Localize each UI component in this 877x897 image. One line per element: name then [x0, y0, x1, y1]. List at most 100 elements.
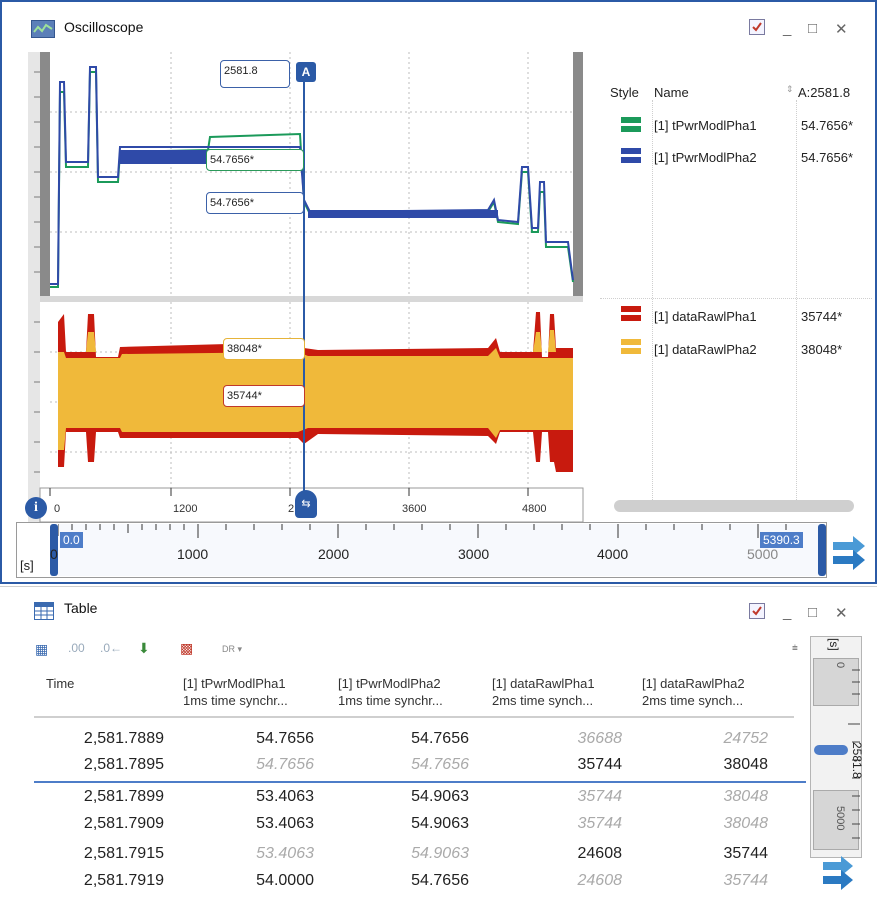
table-minimize-icon[interactable]: _ [783, 604, 791, 621]
col-header-c1[interactable]: [1] tPwrModlPha1 [183, 676, 286, 692]
maximize-icon[interactable]: □ [808, 20, 817, 37]
table-close-icon[interactable]: ✕ [835, 604, 848, 622]
row4-c4[interactable]: 38048 [644, 815, 769, 833]
overview-ruler [58, 524, 787, 538]
legend-divider [652, 100, 653, 500]
legend-header-cursor[interactable]: A:2581.8 [798, 81, 850, 105]
col-header-c3[interactable]: [1] dataRawlPha1 [492, 676, 595, 692]
legend-section-divider [600, 298, 872, 299]
row2-time[interactable]: 2,581.7895 [40, 756, 164, 774]
legend-header-name[interactable]: Name [654, 81, 689, 105]
side-scroller-top-value: 0 [834, 662, 846, 669]
row3-c4[interactable]: 38048 [644, 788, 769, 806]
col-header-c2-sub: 1ms time synchr... [338, 693, 443, 708]
legend-value-2: 54.7656* [801, 150, 854, 165]
legend-value-4: 38048* [801, 342, 843, 357]
minimize-icon[interactable]: _ [783, 20, 791, 37]
info-icon[interactable]: i [25, 497, 47, 519]
row3-time[interactable]: 2,581.7899 [40, 788, 164, 806]
row1-c4[interactable]: 24752 [644, 730, 769, 748]
row1-time[interactable]: 2,581.7889 [40, 730, 164, 748]
increase-decimals-icon[interactable]: .00 [68, 641, 85, 655]
decrease-decimals-icon[interactable]: .0← [100, 641, 122, 655]
legend-horizontal-scrollbar[interactable] [614, 500, 854, 512]
cursor-value-blue: 54.7656* [206, 192, 304, 214]
col-header-c4-sub: 2ms time synch... [642, 693, 744, 708]
row1-c2[interactable]: 54.7656 [345, 730, 469, 748]
legend-name-2: [1] tPwrModlPha2 [654, 150, 757, 165]
row6-c3[interactable]: 24608 [498, 872, 623, 890]
row1-c3[interactable]: 36688 [498, 730, 623, 748]
row5-c4[interactable]: 35744 [644, 845, 769, 863]
table-header-divider [34, 716, 794, 718]
row3-c2[interactable]: 54.9063 [345, 788, 469, 806]
col-header-c2[interactable]: [1] tPwrModlPha2 [338, 676, 441, 692]
row4-c1[interactable]: 53.4063 [190, 815, 314, 833]
row2-c2[interactable]: 54.7656 [345, 756, 469, 774]
legend-value-3: 35744* [801, 309, 843, 324]
col-header-time[interactable]: Time [46, 676, 74, 692]
row3-c3[interactable]: 35744 [498, 788, 623, 806]
legend-swatch-2[interactable] [621, 148, 641, 154]
row6-time[interactable]: 2,581.7919 [40, 872, 164, 890]
x-tick-1200: 1200 [173, 503, 198, 515]
table-maximize-icon[interactable]: □ [808, 604, 817, 621]
row3-c1[interactable]: 53.4063 [190, 788, 314, 806]
row6-c4[interactable]: 35744 [644, 872, 769, 890]
row5-c3[interactable]: 24608 [498, 845, 623, 863]
col-header-c3-sub: 2ms time synch... [492, 693, 594, 708]
export-icon[interactable]: ⬇ [138, 640, 150, 657]
side-scroller-unit: [s] [827, 638, 841, 651]
legend-name-1: [1] tPwrModlPha1 [654, 118, 757, 133]
overview-end-handle[interactable] [818, 524, 826, 576]
sort-icon[interactable]: ⇕ [786, 84, 794, 95]
row1-c1[interactable]: 54.7656 [190, 730, 314, 748]
row4-c3[interactable]: 35744 [498, 815, 623, 833]
table-expand-icon[interactable]: ⩧ [792, 643, 798, 654]
overview-zero: 0 [50, 546, 58, 562]
x-tick-2400: 2 [288, 503, 295, 515]
x-tick-4800: 4800 [522, 503, 547, 515]
cursor-time-label: 2581.8 [220, 60, 290, 88]
table-app-icon [34, 602, 54, 620]
color-settings-icon[interactable]: ▩ [180, 640, 193, 657]
overview-tick-3000: 3000 [458, 546, 490, 562]
overview-unit: [s] [20, 558, 34, 573]
table-pin-icon[interactable] [749, 603, 765, 619]
close-icon[interactable]: ✕ [835, 20, 848, 38]
cursor-value-green: 54.7656* [206, 149, 304, 171]
row5-c1[interactable]: 53.4063 [190, 845, 314, 863]
legend-header-style[interactable]: Style [610, 81, 639, 105]
legend-name-3: [1] dataRawlPha1 [654, 309, 757, 324]
row2-c3[interactable]: 35744 [498, 756, 623, 774]
oscilloscope-plot[interactable] [28, 52, 598, 522]
overview-tick-5000: 5000 [747, 546, 779, 562]
table-sync-arrows-icon[interactable] [821, 856, 857, 890]
row5-c2[interactable]: 54.9063 [345, 845, 469, 863]
row4-time[interactable]: 2,581.7909 [40, 815, 164, 833]
legend-swatch-4[interactable] [621, 339, 641, 345]
overview-tick-2000: 2000 [318, 546, 350, 562]
overview-tick-1000: 1000 [177, 546, 209, 562]
side-scroller-bottom-value: 5000 [834, 806, 846, 831]
col-header-c1-sub: 1ms time synchr... [183, 693, 288, 708]
side-scroller-thumb[interactable] [814, 745, 848, 755]
legend-swatch-3[interactable] [621, 306, 641, 312]
col-header-c4[interactable]: [1] dataRawlPha2 [642, 676, 745, 692]
legend-name-4: [1] dataRawlPha2 [654, 342, 757, 357]
row6-c2[interactable]: 54.7656 [345, 872, 469, 890]
cursor-a-handle[interactable]: A [296, 62, 316, 82]
cursor-value-red: 35744* [223, 385, 305, 407]
oscilloscope-app-icon [31, 20, 55, 38]
sync-arrows-icon[interactable] [831, 534, 867, 570]
row4-c2[interactable]: 54.9063 [345, 815, 469, 833]
cursor-drag-handle[interactable]: ⇆ [295, 490, 317, 518]
row6-c1[interactable]: 54.0000 [190, 872, 314, 890]
row2-c1[interactable]: 54.7656 [190, 756, 314, 774]
table-grid-icon[interactable]: ▦ [35, 641, 48, 658]
row5-time[interactable]: 2,581.7915 [40, 845, 164, 863]
row2-c4[interactable]: 38048 [644, 756, 769, 774]
dr-dropdown[interactable]: DR ▾ [222, 644, 242, 655]
legend-swatch-1[interactable] [621, 117, 641, 123]
pin-check-icon[interactable] [749, 19, 765, 35]
